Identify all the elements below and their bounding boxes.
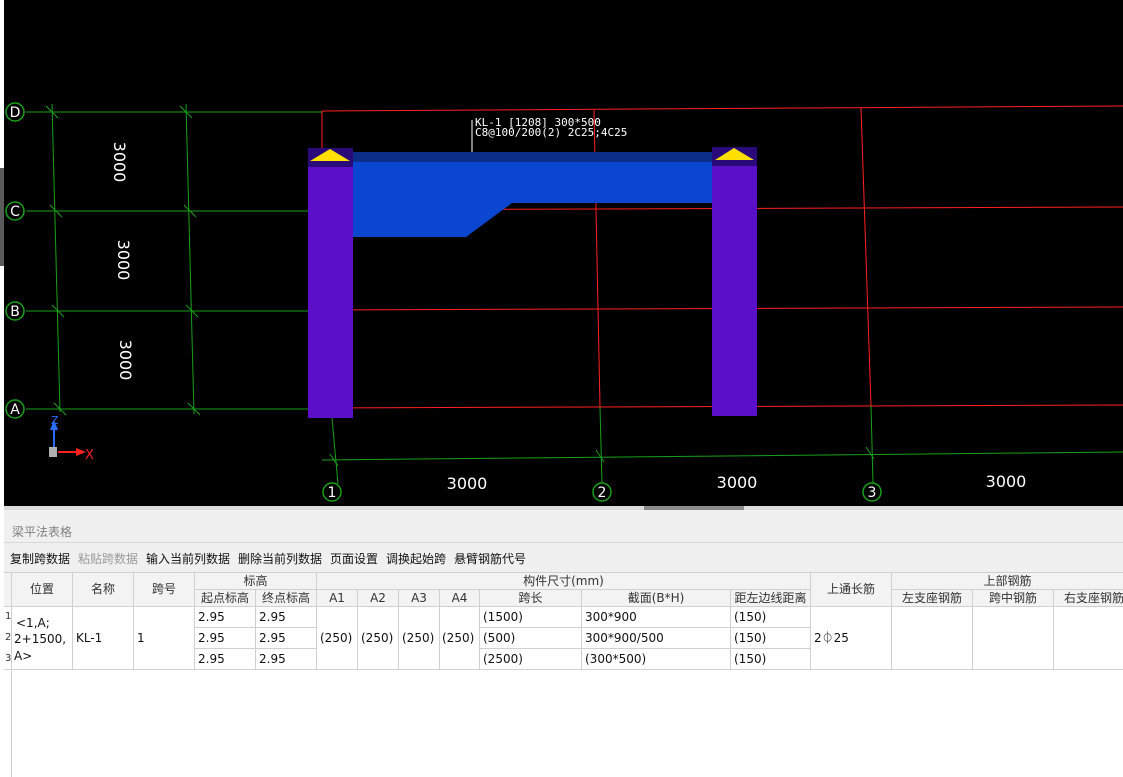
tick [865, 446, 875, 460]
drawing-canvas[interactable]: D C B A 1 2 3 3000 3000 3000 3000 3000 3… [4, 0, 1123, 506]
cell-end-elevation[interactable]: 2.95 [259, 610, 286, 624]
copy-span-button[interactable]: 复制跨数据 [10, 550, 70, 567]
cell-position-line[interactable]: A> [14, 649, 32, 663]
row-number[interactable]: 2 [5, 632, 11, 643]
delete-column-button[interactable]: 删除当前列数据 [238, 550, 322, 567]
dim-line-right [185, 103, 195, 415]
grid-line-2-green [599, 406, 603, 485]
cell-a1[interactable]: (250) [320, 631, 352, 645]
cell-section[interactable]: 300*900/500 [585, 631, 664, 645]
column-right[interactable] [712, 166, 757, 416]
axis-label-col: 3 [868, 485, 877, 501]
dimension-text: 3000 [110, 142, 129, 183]
dimension-text: 3000 [114, 240, 133, 281]
cell-start-elevation[interactable]: 2.95 [198, 610, 225, 624]
beam-kl-1[interactable] [352, 152, 714, 237]
cell-name[interactable]: KL-1 [76, 631, 102, 645]
input-column-button[interactable]: 输入当前列数据 [146, 550, 230, 567]
tick [595, 449, 605, 463]
cell-span-length[interactable]: (1500) [483, 610, 523, 624]
grid-line-3-red [860, 107, 872, 407]
header-top-rebar: 上部钢筋 [983, 574, 1032, 588]
x-axis-label: X [85, 448, 94, 463]
axis-label-row: D [10, 105, 21, 121]
dimension-text: 3000 [717, 473, 758, 492]
z-axis-label: Z [51, 414, 59, 427]
grid-line-d-red [321, 105, 1123, 112]
cell-section[interactable]: 300*900 [585, 610, 637, 624]
cell-start-elevation[interactable]: 2.95 [198, 631, 225, 645]
header-a3[interactable]: A3 [399, 591, 439, 605]
cantilever-code-button[interactable]: 悬臂钢筋代号 [454, 550, 526, 567]
cell-start-elevation[interactable]: 2.95 [198, 652, 225, 666]
header-start-elevation[interactable]: 起点标高 [195, 591, 255, 605]
cell-top-through[interactable]: 2⏀25 [814, 631, 849, 645]
swap-start-span-button[interactable]: 调换起始跨 [386, 550, 446, 567]
header-a2[interactable]: A2 [358, 591, 398, 605]
coordinate-axes-indicator: Z X [49, 414, 94, 463]
cell-span-length[interactable]: (500) [483, 631, 515, 645]
cell-position-line[interactable]: <1,A; [16, 616, 50, 630]
cell-position-line[interactable]: 2+1500, [14, 632, 66, 646]
header-section[interactable]: 截面(B*H) [582, 591, 730, 605]
cell-section[interactable]: (300*500) [585, 652, 646, 666]
page-setup-button[interactable]: 页面设置 [330, 550, 378, 567]
cell-a2[interactable]: (250) [361, 631, 393, 645]
dimension-text: 3000 [986, 472, 1027, 491]
header-end-elevation[interactable]: 终点标高 [256, 591, 316, 605]
header-right-support[interactable]: 右支座钢筋 [1054, 591, 1123, 605]
column-left[interactable] [308, 167, 353, 418]
cell-a4[interactable]: (250) [442, 631, 474, 645]
panel-title-bar: 梁平法表格 [4, 520, 1123, 543]
dim-line-left [51, 103, 61, 413]
grid-line-3-green [870, 405, 874, 485]
cell-end-elevation[interactable]: 2.95 [259, 652, 286, 666]
beam-label-line2: C8@100/200(2) 2C25;4C25 [475, 126, 627, 139]
origin-block [49, 447, 57, 457]
beam-table[interactable]: 位置 名称 跨号 标高 起点标高 终点标高 构件尺寸(mm) A1 A2 A3 … [4, 572, 1123, 777]
cell-a3[interactable]: (250) [402, 631, 434, 645]
header-position[interactable]: 位置 [12, 582, 72, 596]
header-top-through[interactable]: 上通长筋 [811, 582, 891, 596]
cell-edge-distance[interactable]: (150) [734, 652, 766, 666]
cell-edge-distance[interactable]: (150) [734, 631, 766, 645]
axis-label-row: B [10, 304, 20, 320]
drawing-viewport[interactable]: D C B A 1 2 3 3000 3000 3000 3000 3000 3… [4, 0, 1123, 506]
table-toolbar: 复制跨数据 粘贴跨数据 输入当前列数据 删除当前列数据 页面设置 调换起始跨 悬… [4, 548, 1123, 568]
header-edge-distance[interactable]: 距左边线距离 [731, 591, 810, 605]
paste-span-button[interactable]: 粘贴跨数据 [78, 550, 138, 567]
dim-line-bottom [321, 451, 1123, 461]
header-a4[interactable]: A4 [440, 591, 479, 605]
dimension-text: 3000 [116, 340, 135, 381]
axis-label-col: 2 [598, 485, 607, 501]
grid-line-1-green [331, 417, 339, 485]
header-a1[interactable]: A1 [317, 591, 357, 605]
header-span-no[interactable]: 跨号 [134, 582, 194, 596]
axis-label-col: 1 [328, 485, 337, 501]
axis-label-row: C [10, 204, 20, 220]
header-mid-span[interactable]: 跨中钢筋 [973, 591, 1053, 605]
beam-top-face[interactable] [352, 152, 714, 162]
axis-label-row: A [10, 402, 20, 418]
header-elevation: 标高 [243, 574, 268, 588]
cell-edge-distance[interactable]: (150) [734, 610, 766, 624]
header-name[interactable]: 名称 [73, 582, 133, 596]
header-span-length[interactable]: 跨长 [480, 591, 581, 605]
beam-body[interactable] [352, 162, 714, 237]
row-number[interactable]: 1 [5, 611, 11, 622]
panel-title: 梁平法表格 [12, 525, 73, 539]
cell-end-elevation[interactable]: 2.95 [259, 631, 286, 645]
dimension-text: 3000 [447, 474, 488, 493]
cell-span-length[interactable]: (2500) [483, 652, 523, 666]
beam-table-panel: 梁平法表格 复制跨数据 粘贴跨数据 输入当前列数据 删除当前列数据 页面设置 调… [4, 510, 1123, 777]
header-size-group: 构件尺寸(mm) [523, 574, 604, 588]
header-left-support[interactable]: 左支座钢筋 [892, 591, 972, 605]
cell-span-no[interactable]: 1 [137, 631, 145, 645]
row-number[interactable]: 3 [5, 653, 11, 664]
